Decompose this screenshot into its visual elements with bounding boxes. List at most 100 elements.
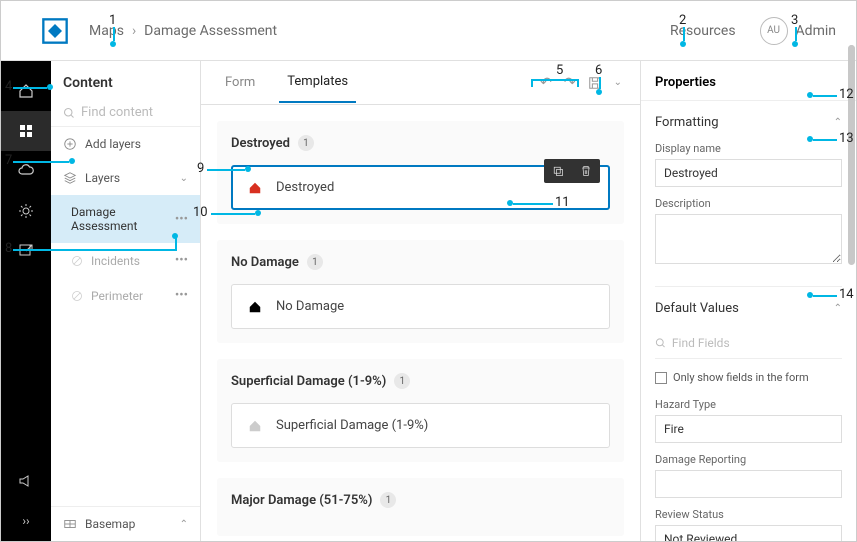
layer-item-label: Damage Assessment: [71, 205, 175, 233]
callout-12: 12: [839, 87, 854, 102]
more-icon[interactable]: •••: [175, 253, 188, 268]
callout-6: 6: [595, 63, 602, 78]
more-icon[interactable]: •••: [175, 212, 188, 227]
rail-layers[interactable]: [1, 111, 51, 151]
content-title: Content: [51, 61, 200, 99]
add-layers-label: Add layers: [85, 137, 188, 151]
template-group-superficial: Superficial Damage (1-9%) 1 Superficial …: [217, 359, 624, 462]
layer-item-perimeter[interactable]: Perimeter •••: [51, 278, 200, 313]
group-title: Destroyed 1: [231, 135, 610, 151]
avatar[interactable]: AU: [760, 17, 788, 45]
callout-10: 10: [193, 205, 208, 220]
display-name-label: Display name: [655, 142, 842, 155]
scrollbar[interactable]: [847, 45, 855, 475]
templates-list: Destroyed 1 Destroyed No Damage 1: [201, 105, 640, 541]
template-item-superficial[interactable]: Superficial Damage (1-9%): [231, 403, 610, 448]
damage-reporting-input[interactable]: [655, 470, 842, 498]
group-title-text: Major Damage (51-75%): [231, 493, 372, 508]
group-title: Major Damage (51-75%) 1: [231, 492, 610, 508]
group-title-text: Superficial Damage (1-9%): [231, 374, 386, 389]
delete-icon[interactable]: [572, 159, 600, 183]
toolbar: ↶ ↷ ⌄: [538, 73, 624, 93]
layers-header[interactable]: Layers ⌄: [51, 161, 200, 195]
group-count: 1: [380, 492, 396, 508]
tabs: Form Templates ↶ ↷ ⌄: [201, 61, 640, 105]
house-icon: [248, 181, 262, 195]
redo-icon[interactable]: ↷: [562, 73, 578, 93]
field-label: Damage Reporting: [655, 453, 842, 466]
group-title-text: No Damage: [231, 255, 299, 270]
only-form-label: Only show fields in the form: [673, 371, 809, 384]
rail-announce[interactable]: [1, 461, 51, 501]
nav-rail: ››: [1, 61, 51, 541]
review-status-input[interactable]: [655, 525, 842, 541]
group-count: 1: [307, 254, 323, 270]
group-count: 1: [298, 135, 314, 151]
group-title: Superficial Damage (1-9%) 1: [231, 373, 610, 389]
search-input[interactable]: [81, 105, 188, 120]
callout-3: 3: [791, 13, 798, 28]
properties-panel: Properties Formatting ⌃ Display name Des…: [641, 61, 856, 541]
chevron-down-icon: ⌄: [180, 173, 188, 184]
callout-14: 14: [839, 287, 854, 302]
group-title: No Damage 1: [231, 254, 610, 270]
content-panel: Content Add layers Layers ⌄ Damage Asses…: [51, 61, 201, 541]
field-label: Review Status: [655, 508, 842, 521]
template-group-nodamage: No Damage 1 No Damage: [217, 240, 624, 343]
template-group-major: Major Damage (51-75%) 1: [217, 478, 624, 536]
callout-13: 13: [839, 131, 854, 146]
chevron-up-icon[interactable]: ⌃: [834, 117, 842, 128]
formatting-title: Formatting: [655, 115, 719, 130]
basemap-row[interactable]: Basemap ⌃: [51, 507, 200, 541]
callout-2: 2: [679, 13, 686, 28]
main-panel: Form Templates ↶ ↷ ⌄ Destroyed 1 Destroy…: [201, 61, 641, 541]
callout-8: 8: [5, 241, 12, 256]
house-icon: [248, 419, 262, 433]
chevron-up-icon: ⌃: [180, 519, 188, 530]
callout-7: 7: [5, 153, 12, 168]
tab-form[interactable]: Form: [217, 63, 263, 102]
description-label: Description: [655, 197, 842, 210]
callout-9: 9: [197, 161, 204, 176]
template-item-label: No Damage: [276, 299, 344, 314]
layer-item-label: Perimeter: [91, 289, 175, 303]
breadcrumb-root[interactable]: Maps: [89, 23, 124, 39]
only-form-checkbox[interactable]: Only show fields in the form: [655, 371, 842, 384]
duplicate-icon[interactable]: [544, 159, 572, 183]
template-item-destroyed[interactable]: Destroyed: [231, 165, 610, 210]
defaults-section: Default Values ⌃ Only show fields in the…: [655, 286, 842, 541]
callout-11: 11: [555, 195, 570, 210]
undo-icon[interactable]: ↶: [538, 73, 554, 93]
save-chevron-icon[interactable]: ⌄: [612, 75, 624, 90]
more-icon[interactable]: •••: [175, 288, 188, 303]
layer-item-label: Incidents: [91, 254, 175, 268]
basemap-label: Basemap: [85, 517, 180, 531]
callout-4: 4: [5, 79, 12, 94]
template-item-nodamage[interactable]: No Damage: [231, 284, 610, 329]
admin-label[interactable]: Admin: [796, 23, 836, 39]
group-count: 1: [394, 373, 410, 389]
checkbox-icon[interactable]: [655, 372, 667, 384]
rail-settings[interactable]: [1, 191, 51, 231]
content-search[interactable]: [51, 99, 200, 127]
add-layers-button[interactable]: Add layers: [51, 127, 200, 161]
rail-collapse[interactable]: ››: [1, 501, 51, 541]
callout-5: 5: [556, 63, 563, 78]
chevron-right-icon: ›: [132, 23, 136, 39]
app-logo: [41, 17, 69, 45]
fields-search[interactable]: [655, 328, 842, 359]
tab-templates[interactable]: Templates: [279, 62, 356, 103]
defaults-title: Default Values: [655, 301, 739, 316]
fields-search-input[interactable]: [672, 336, 842, 350]
chevron-up-icon[interactable]: ⌃: [834, 303, 842, 314]
description-input[interactable]: [655, 214, 842, 264]
template-actions: [544, 159, 600, 183]
template-item-label: Superficial Damage (1-9%): [276, 418, 428, 433]
display-name-input[interactable]: [655, 159, 842, 187]
top-bar: Maps › Damage Assessment Resources AU Ad…: [1, 1, 856, 61]
hazard-type-input[interactable]: [655, 415, 842, 443]
template-item-label: Destroyed: [276, 180, 334, 195]
layers-label: Layers: [85, 171, 180, 185]
callout-1: 1: [109, 13, 116, 28]
breadcrumb-current: Damage Assessment: [144, 23, 277, 39]
